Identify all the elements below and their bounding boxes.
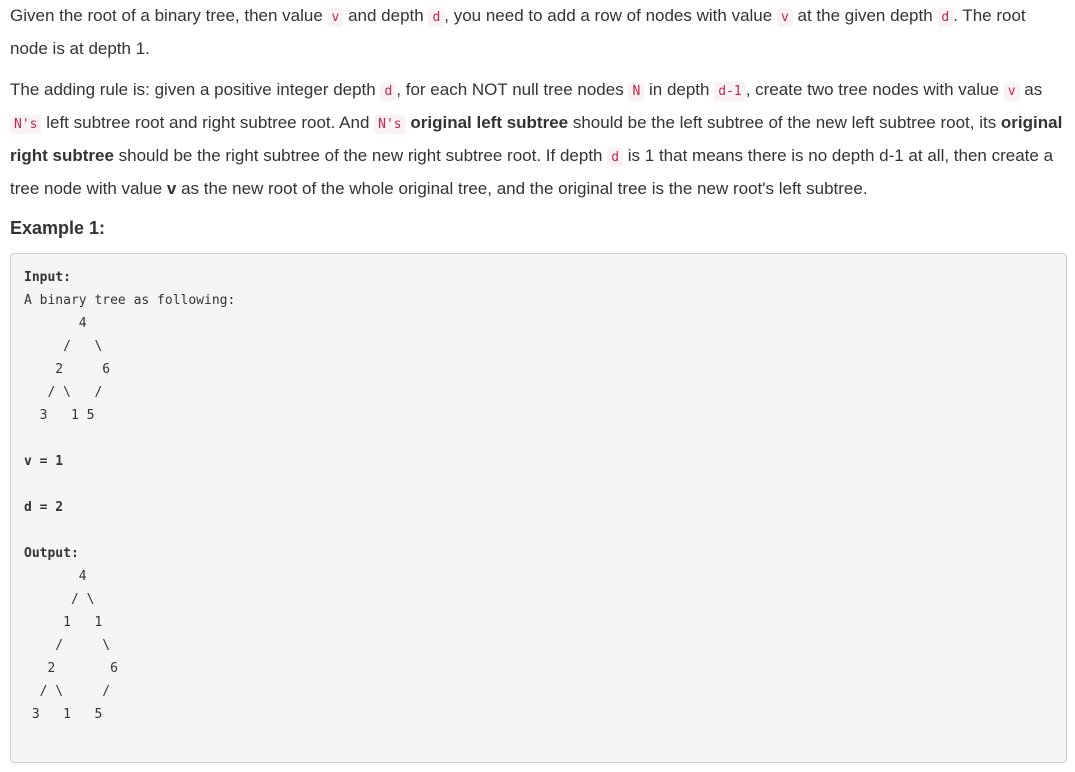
inline-code-ns: N's xyxy=(10,115,42,134)
output-label: Output: xyxy=(24,546,79,561)
example-code-block: Input: A binary tree as following: 4 / \… xyxy=(10,253,1067,763)
inline-code-v: v xyxy=(1003,82,1020,101)
text-span: Given the root of a binary tree, then va… xyxy=(10,6,328,25)
d-value: d = 2 xyxy=(24,500,64,515)
output-tree: 4 / \ 1 1 / \ 2 6 / \ / 3 1 5 xyxy=(31,569,118,722)
intro-paragraph: Given the root of a binary tree, then va… xyxy=(10,0,1067,64)
v-value: v = 1 xyxy=(24,454,64,469)
inline-code-n: N xyxy=(628,82,645,101)
input-tree: 4 / \ 2 6 / \ / 3 1 5 xyxy=(39,316,111,423)
text-span: , you need to add a row of nodes with va… xyxy=(444,6,777,25)
inline-code-v: v xyxy=(776,8,793,27)
problem-description: Given the root of a binary tree, then va… xyxy=(0,0,1075,763)
bold-v: v xyxy=(166,179,177,198)
text-span: should be the right subtree of the new r… xyxy=(113,146,608,165)
text-span: The adding rule is: given a positive int… xyxy=(10,80,381,99)
inline-code-d: d xyxy=(937,8,954,27)
text-span: as xyxy=(1019,80,1043,99)
bold-original-left-subtree: original left subtree xyxy=(410,113,569,132)
text-span: as the new root of the whole original tr… xyxy=(176,179,868,198)
text-span: should be the left subtree of the new le… xyxy=(568,113,1001,132)
text-span: , create two tree nodes with value xyxy=(745,80,1004,99)
text-span: in depth xyxy=(644,80,715,99)
input-label: Input: xyxy=(24,270,71,285)
inline-code-ns: N's xyxy=(374,115,406,134)
text-span: , for each NOT null tree nodes xyxy=(396,80,629,99)
example-heading: Example 1: xyxy=(10,218,106,238)
inline-code-d: d xyxy=(428,8,445,27)
text-span: at the given depth xyxy=(792,6,938,25)
input-description: A binary tree as following: xyxy=(24,293,236,308)
inline-code-d: d xyxy=(607,148,624,167)
rule-paragraph: The adding rule is: given a positive int… xyxy=(10,74,1067,204)
inline-code-d-minus-1: d-1 xyxy=(714,82,746,101)
inline-code-d: d xyxy=(380,82,397,101)
inline-code-v: v xyxy=(327,8,344,27)
text-span: and depth xyxy=(343,6,429,25)
text-span: left subtree root and right subtree root… xyxy=(41,113,375,132)
